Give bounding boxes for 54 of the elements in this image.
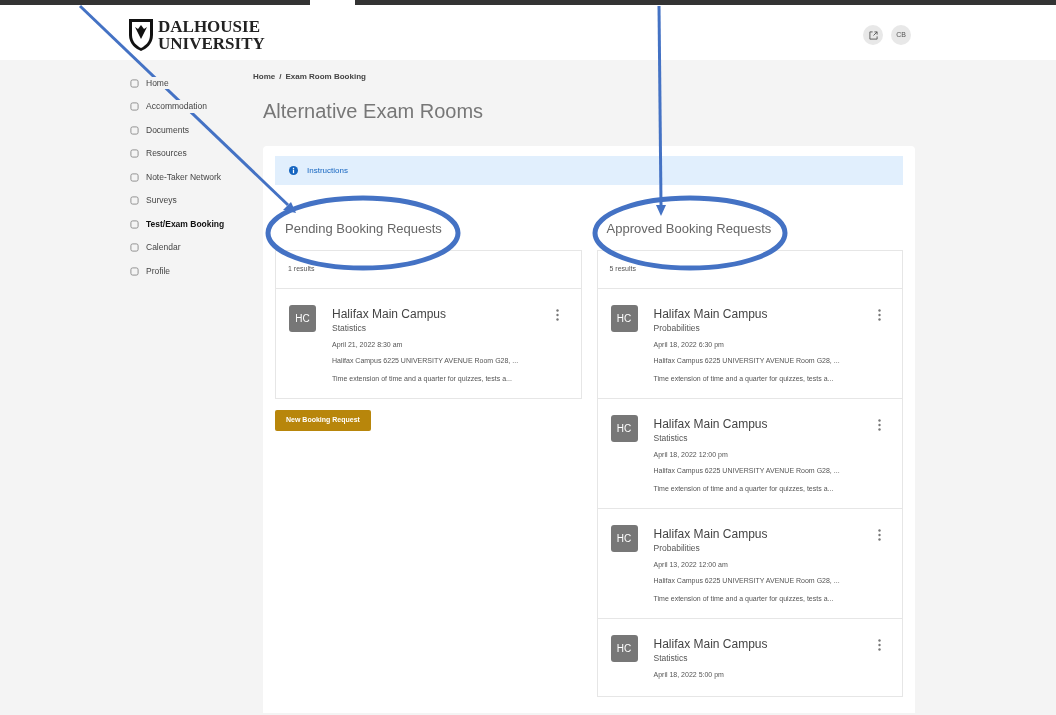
initials-avatar: HC xyxy=(289,305,316,332)
external-link-icon xyxy=(868,30,878,40)
course-name: Statistics xyxy=(653,652,689,665)
more-options-button[interactable] xyxy=(876,308,882,322)
menu-item-icon xyxy=(130,219,139,229)
breadcrumb-separator: / xyxy=(279,71,282,83)
course-name: Probabilities xyxy=(653,322,701,335)
more-options-button[interactable] xyxy=(876,638,882,652)
sidebar-item[interactable]: Resources xyxy=(130,145,253,162)
breadcrumb-link[interactable]: Exam Room Booking xyxy=(285,71,366,83)
initials-avatar: HC xyxy=(610,525,638,552)
initials-avatar: HC xyxy=(610,415,638,442)
page-title: Alternative Exam Rooms xyxy=(263,99,485,124)
info-icon xyxy=(289,166,298,175)
campus-name: Halifax Main Campus xyxy=(653,416,768,432)
more-options-button[interactable] xyxy=(876,528,882,542)
menu-item-icon xyxy=(130,149,139,158)
menu-item-icon xyxy=(130,125,139,135)
kebab-menu-icon xyxy=(556,309,559,321)
shield-logo-icon xyxy=(128,18,154,52)
logo-text: UNIVERSITY xyxy=(158,35,265,52)
campus-name: Halifax Main Campus xyxy=(332,306,447,322)
logo-text: DALHOUSIE xyxy=(158,18,262,35)
sidebar-item[interactable]: Documents xyxy=(130,122,253,138)
menu-item-icon xyxy=(130,172,139,182)
sidebar-item[interactable]: Surveys xyxy=(130,192,253,209)
column-heading: Approved Booking Requests xyxy=(606,220,773,238)
campus-name: Halifax Main Campus xyxy=(653,306,768,322)
kebab-menu-icon xyxy=(877,419,881,431)
menu-item-icon xyxy=(130,266,139,276)
kebab-menu-icon xyxy=(877,309,881,321)
menu-item-icon xyxy=(130,102,139,111)
sidebar-item[interactable]: Home xyxy=(130,75,253,91)
instructions-toggle[interactable]: Instructions xyxy=(307,164,348,177)
menu-item-icon xyxy=(130,78,139,88)
course-name: Statistics xyxy=(332,322,367,335)
sidebar-item[interactable]: Profile xyxy=(130,263,253,279)
sidebar-item[interactable]: Calendar xyxy=(130,239,253,256)
more-options-button[interactable] xyxy=(876,418,882,432)
course-name: Statistics xyxy=(653,432,689,445)
course-name: Probabilities xyxy=(653,542,701,555)
campus-name: Halifax Main Campus xyxy=(653,636,768,652)
sidebar-item[interactable]: Accommodation xyxy=(130,98,253,115)
initials-avatar: HC xyxy=(610,305,638,332)
campus-name: Halifax Main Campus xyxy=(653,526,768,542)
kebab-menu-icon xyxy=(877,639,881,651)
more-options-button[interactable] xyxy=(554,308,561,322)
column-heading: Pending Booking Requests xyxy=(285,220,443,238)
kebab-menu-icon xyxy=(877,529,881,541)
external-link-button[interactable] xyxy=(863,25,883,45)
breadcrumb-link[interactable]: Home xyxy=(253,71,276,83)
initials-avatar: HC xyxy=(610,635,638,662)
menu-item-icon xyxy=(130,196,139,205)
menu-item-icon xyxy=(130,243,139,252)
